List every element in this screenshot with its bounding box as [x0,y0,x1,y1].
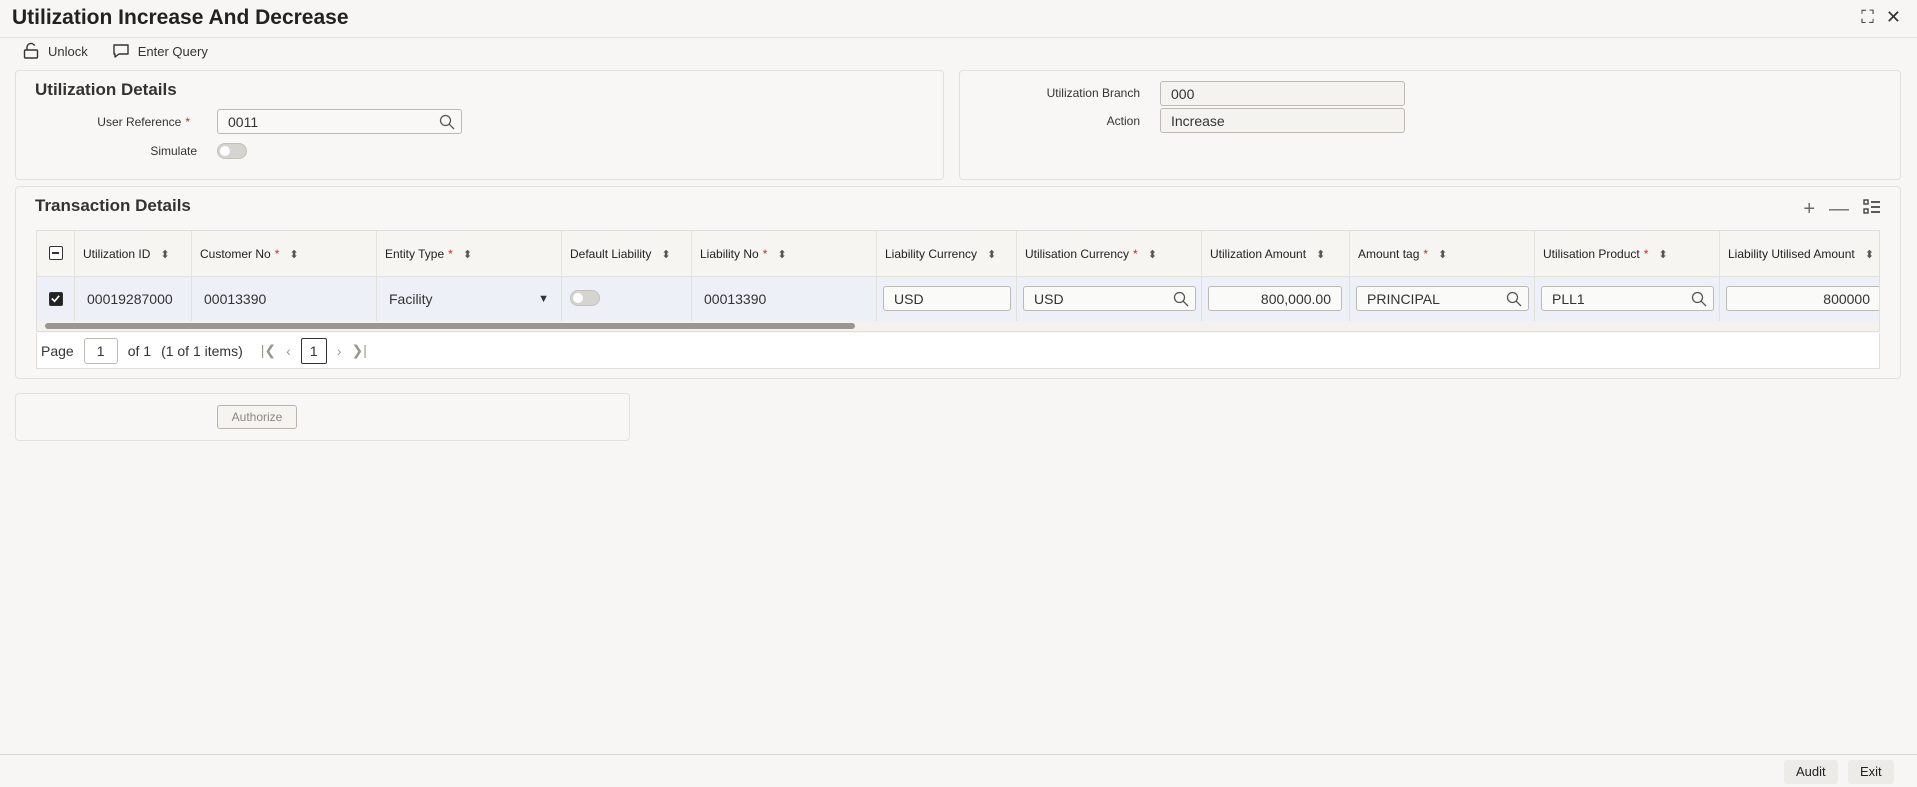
sort-icon[interactable]: ⬍ [1865,248,1874,261]
user-reference-input[interactable]: 0011 [217,109,462,134]
prev-page-icon[interactable]: ‹ [286,343,291,359]
utilisation-currency-field[interactable]: USD [1023,286,1196,311]
audit-button[interactable]: Audit [1784,760,1838,784]
unlock-icon [23,42,39,59]
default-liability-toggle[interactable] [570,290,600,306]
column-header-amount-tag[interactable]: Amount tag * ⬍ [1350,231,1535,277]
pagination: Page 1 of 1 (1 of 1 items) |❮ ‹ 1 › ❯| [36,333,1880,369]
column-header-entity-type[interactable]: Entity Type * ⬍ [377,231,562,277]
search-icon[interactable] [1173,291,1189,307]
minus-icon[interactable]: — [1829,199,1849,219]
page-count: of 1 [127,342,152,359]
action-label: Action [1106,114,1140,128]
utilization-branch-field: 000 [1160,81,1405,106]
caret-down-icon[interactable]: ▼ [538,293,549,305]
column-header-default-liability[interactable]: Default Liability ⬍ [562,231,692,277]
next-page-icon[interactable]: › [337,343,342,359]
sort-icon[interactable]: ⬍ [1148,248,1157,261]
liability-utilised-amount-field[interactable]: 800000 [1726,286,1879,311]
search-icon[interactable] [1506,291,1522,307]
items-count: (1 of 1 items) [161,342,243,359]
unlock-button[interactable]: Unlock [22,42,88,60]
row-select-cell [37,277,75,321]
utilization-amount-field[interactable]: 800,000.00 [1208,286,1342,311]
grid-header: Utilization ID ⬍ Customer No * ⬍ Entity Typ… [37,231,1879,277]
last-page-icon[interactable]: ❯| [351,342,366,359]
header-divider [0,37,1917,38]
sort-icon[interactable]: ⬍ [661,248,670,261]
column-header-liability-currency[interactable]: Liability Currency ⬍ [877,231,1017,277]
cell-liability-no: 00013390 [692,277,877,321]
current-page-button[interactable]: 1 [300,337,327,364]
exit-button[interactable]: Exit [1848,760,1894,784]
sort-icon[interactable]: ⬍ [160,248,169,261]
sort-icon[interactable]: ⬍ [777,248,786,261]
simulate-toggle[interactable] [217,143,247,159]
plus-icon[interactable]: + [1803,199,1815,219]
column-header-customer-no[interactable]: Customer No * ⬍ [192,231,377,277]
transaction-details-title: Transaction Details [35,196,191,215]
cell-default-liability [562,277,692,321]
user-reference-label: User Reference * [97,115,190,129]
footer-divider [0,754,1917,755]
search-icon[interactable] [439,114,455,130]
cell-utilization-amount: 800,000.00 [1202,277,1350,321]
search-icon[interactable] [1691,291,1707,307]
cell-customer-no: 00013390 [192,277,377,321]
column-header-utilization-id[interactable]: Utilization ID ⬍ [75,231,192,277]
table-row[interactable]: 00019287000 00013390 Facility ▼ 00013390… [37,277,1879,321]
column-header-utilisation-product[interactable]: Utilisation Product * ⬍ [1535,231,1720,277]
horizontal-scrollbar[interactable] [37,321,1879,331]
utilization-branch-label: Utilization Branch [1046,86,1140,100]
enter-query-label: Enter Query [137,43,208,59]
unlock-label: Unlock [48,43,88,59]
simulate-label: Simulate [150,144,197,158]
utilisation-product-field[interactable]: PLL1 [1541,286,1714,311]
sort-icon[interactable]: ⬍ [289,248,298,261]
first-page-icon[interactable]: |❮ [261,342,276,359]
select-all-header [37,231,75,277]
required-marker: * [185,115,190,129]
close-icon[interactable]: ✕ [1886,8,1901,26]
comment-icon [113,44,129,58]
authorize-panel [15,393,630,441]
liability-currency-field[interactable]: USD [883,286,1011,311]
cell-liability-utilised-amount: 800000 [1720,277,1879,321]
cell-liability-currency: USD [877,277,1017,321]
column-header-liability-utilised-amount[interactable]: Liability Utilised Amount ⬍ [1720,231,1879,277]
select-all-checkbox[interactable] [49,246,63,260]
sort-icon[interactable]: ⬍ [987,248,996,261]
authorize-button[interactable]: Authorize [217,405,297,429]
page-number-input[interactable]: 1 [83,337,118,364]
utilization-details-title: Utilization Details [35,80,177,99]
sort-icon[interactable]: ⬍ [1316,248,1325,261]
column-header-utilisation-currency[interactable]: Utilisation Currency * ⬍ [1017,231,1202,277]
sort-icon[interactable]: ⬍ [1438,248,1447,261]
cell-amount-tag: PRINCIPAL [1350,277,1535,321]
enter-query-button[interactable]: Enter Query [112,42,208,60]
cell-utilization-id: 00019287000 [75,277,192,321]
list-icon[interactable] [1863,198,1881,220]
cell-utilisation-currency: USD [1017,277,1202,321]
page-label: Page [41,342,74,359]
sort-icon[interactable]: ⬍ [1658,248,1667,261]
amount-tag-field[interactable]: PRINCIPAL [1356,286,1529,311]
transaction-grid: Utilization ID ⬍ Customer No * ⬍ Entity Typ… [36,230,1880,332]
cell-utilisation-product: PLL1 [1535,277,1720,321]
toolbar: Unlock Enter Query [22,42,208,60]
row-checkbox[interactable] [49,292,63,306]
column-header-utilization-amount[interactable]: Utilization Amount ⬍ [1202,231,1350,277]
maximize-icon[interactable]: ⛶ [1861,8,1874,26]
entity-type-select[interactable]: Facility ▼ [377,277,562,321]
column-header-liability-no[interactable]: Liability No * ⬍ [692,231,877,277]
sort-icon[interactable]: ⬍ [463,248,472,261]
page-title: Utilization Increase And Decrease [12,6,349,29]
scrollbar-thumb[interactable] [45,323,855,329]
action-field: Increase [1160,108,1405,133]
